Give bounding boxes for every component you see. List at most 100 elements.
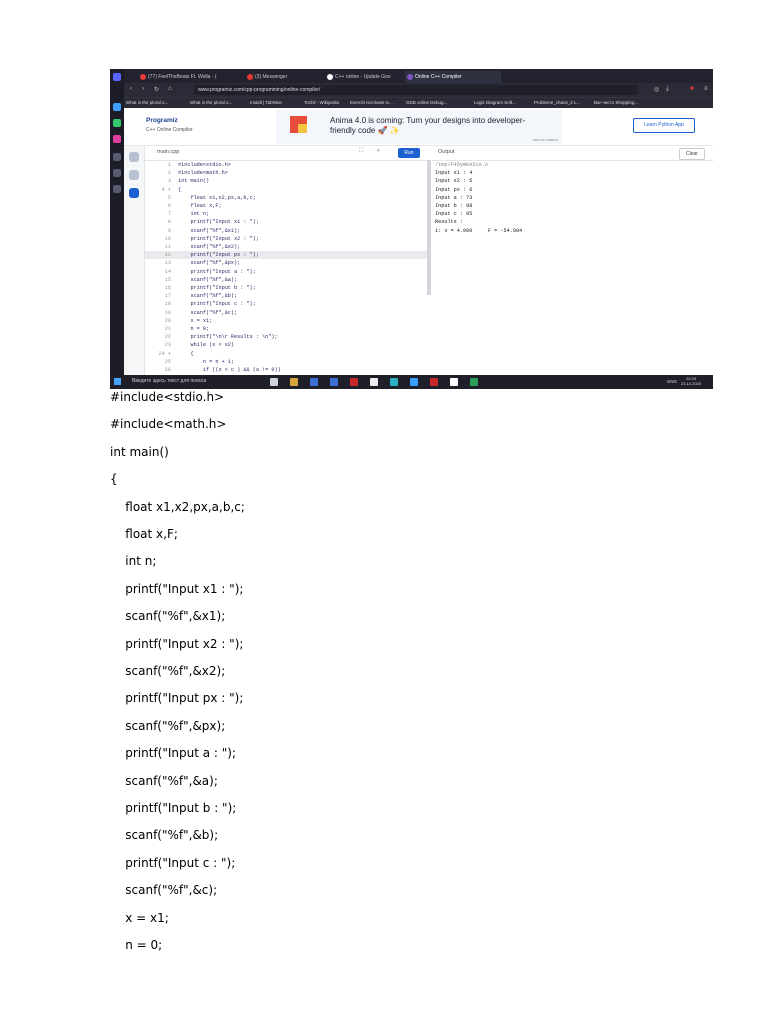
code-line[interactable]: 5 float x1,x2,px,a,b,c;: [145, 194, 427, 202]
output-line: Input a : 73: [435, 194, 473, 201]
word-icon[interactable]: [310, 378, 318, 386]
back-icon[interactable]: ‹: [130, 86, 132, 92]
editor-scrollbar[interactable]: [427, 160, 431, 295]
bookmark-item[interactable]: Bar-чисто Shopping...: [594, 100, 638, 105]
taskbar-search[interactable]: Введите здесь текст для поиска: [132, 378, 262, 384]
code-line[interactable]: 21 n = 0;: [145, 325, 427, 333]
code-text: x = x1;: [178, 317, 213, 324]
explorer-icon[interactable]: [290, 378, 298, 386]
bookmark-item[interactable]: Probleme_chaos_2 L...: [534, 100, 580, 105]
code-line[interactable]: 2 #include<math.h>: [145, 169, 427, 177]
code-line[interactable]: 9 scanf("%f",&x1);: [145, 227, 427, 235]
vscode-icon[interactable]: [410, 378, 418, 386]
c-lang-icon[interactable]: [129, 170, 139, 180]
settings-icon[interactable]: [113, 185, 121, 193]
code-editor[interactable]: 1 #include<stdio.h> 2 #include<math.h> 3 int …: [145, 161, 427, 375]
whatsapp-icon[interactable]: [113, 119, 121, 127]
file-tab-main[interactable]: main.cpp: [157, 149, 179, 155]
taskbar-clock[interactable]: 20:25 23.10.2020: [681, 376, 701, 386]
line-number: 1: [167, 162, 171, 168]
code-line[interactable]: 14 printf("Input a : ");: [145, 268, 427, 276]
bookmark-item[interactable]: GDB online Debug...: [406, 100, 447, 105]
code-line[interactable]: 24 ▾ {: [145, 350, 427, 358]
browser-tab[interactable]: Online C++ Compiler: [405, 71, 501, 83]
code-line[interactable]: 19 scanf("%f",&c);: [145, 309, 427, 317]
opera-icon[interactable]: [113, 73, 121, 81]
clock-icon[interactable]: [113, 169, 121, 177]
url-field[interactable]: www.programiz.com/cpp-programming/online…: [194, 85, 638, 95]
adobe-icon[interactable]: [350, 378, 358, 386]
messenger-icon[interactable]: [113, 103, 121, 111]
document-code-line: scanf("%f",&c);: [110, 883, 218, 898]
line-number: 14: [164, 268, 171, 275]
camera-icon[interactable]: ◎: [654, 86, 659, 93]
line-number: 24 ▾: [158, 350, 171, 357]
theme-icon[interactable]: ◐: [377, 148, 381, 154]
menu-icon[interactable]: ≡: [704, 86, 708, 92]
tab-label: (77) FeelTheBeats Ft. Wella - (: [148, 74, 217, 80]
python-lang-icon[interactable]: [129, 152, 139, 162]
fullscreen-icon[interactable]: ⛶: [359, 148, 363, 155]
output-line: Input x1 : 4: [435, 170, 473, 177]
document-code-line: scanf("%f",&a);: [110, 773, 218, 788]
code-line[interactable]: 13 scanf("%f",&px);: [145, 259, 427, 267]
code-line[interactable]: 16 printf("Input b : ");: [145, 284, 427, 292]
code-line[interactable]: 3 int main(): [145, 177, 427, 185]
tab-label: Online C++ Compiler: [415, 74, 462, 80]
instagram-icon[interactable]: [113, 135, 121, 143]
code-line[interactable]: 12 printf("Input px : ");: [145, 251, 427, 260]
code-line[interactable]: 23 while (x < x2): [145, 341, 427, 349]
bookmark-item[interactable]: Logic Diagram Soft...: [474, 100, 516, 105]
ad-banner[interactable]: Anima 4.0 is coming: Turn your designs i…: [276, 110, 562, 144]
code-text: n = n + 1;: [178, 358, 235, 365]
code-line[interactable]: 15 scanf("%f",&a);: [145, 276, 427, 284]
clear-button[interactable]: Clear: [679, 148, 705, 160]
notepad-icon[interactable]: [370, 378, 378, 386]
code-line[interactable]: 26 if ((x < c ) && (a != 0)): [145, 366, 427, 374]
app2-icon[interactable]: [450, 378, 458, 386]
download-icon[interactable]: ⤓: [666, 86, 669, 93]
learn-python-button[interactable]: Learn Python App: [633, 118, 695, 133]
code-line[interactable]: 8 printf("Input x1 : ");: [145, 218, 427, 226]
code-line[interactable]: 17 scanf("%f",&b);: [145, 292, 427, 300]
code-line[interactable]: 7 int n;: [145, 210, 427, 218]
extension-icon[interactable]: ■: [690, 86, 694, 92]
programiz-logo[interactable]: Programiz: [146, 117, 178, 124]
bookmark-item[interactable]: Tochil - Wikipedia: [304, 100, 339, 105]
code-line[interactable]: 25 n = n + 1;: [145, 358, 427, 366]
bookmark-item[interactable]: Install | TabNine: [250, 100, 282, 105]
code-line[interactable]: 1 #include<stdio.h>: [145, 161, 427, 169]
browser-tab[interactable]: C++ online - Update Goo: [325, 71, 414, 83]
reload-icon[interactable]: ↻: [154, 86, 159, 93]
bookmark-item[interactable]: What is the plural o...: [190, 100, 232, 105]
history-icon[interactable]: [113, 153, 121, 161]
screenshot-embed: (77) FeelTheBeats Ft. Wella - ( (3) Messe…: [110, 69, 713, 389]
code-line[interactable]: 22 printf("\n\r Results : \n");: [145, 333, 427, 341]
document-code-line: int main(): [110, 444, 169, 459]
code-line[interactable]: 11 scanf("%f",&x2);: [145, 243, 427, 251]
edge-icon[interactable]: [390, 378, 398, 386]
code-line[interactable]: 18 printf("Input c : ");: [145, 300, 427, 308]
browser-tab[interactable]: (3) Messenger: [245, 71, 334, 83]
document-code-line: printf("Input a : ");: [110, 746, 237, 761]
run-button[interactable]: Run: [398, 148, 420, 158]
app-icon[interactable]: [330, 378, 338, 386]
browser-tab[interactable]: (77) FeelTheBeats Ft. Wella - (: [138, 71, 254, 83]
code-line[interactable]: 4 ▾ {: [145, 186, 427, 194]
language-indicator[interactable]: ENG: [667, 379, 677, 384]
code-text: if ((x < c ) && (a != 0)): [178, 367, 281, 373]
forward-icon[interactable]: ›: [142, 86, 144, 92]
windows-start-icon[interactable]: [114, 378, 121, 385]
excel-icon[interactable]: [470, 378, 478, 386]
cpp-lang-icon[interactable]: [129, 188, 139, 198]
code-line[interactable]: 6 float x,F;: [145, 202, 427, 210]
home-icon[interactable]: ⌂: [168, 86, 172, 92]
code-line[interactable]: 10 printf("Input x2 : ");: [145, 235, 427, 243]
bookmark-item[interactable]: What is the plural o...: [126, 100, 168, 105]
document-code-line: scanf("%f",&x2);: [110, 664, 226, 678]
code-line[interactable]: 20 x = x1;: [145, 317, 427, 325]
bookmark-item[interactable]: Exerciti rezolvate in...: [350, 100, 393, 105]
opera-taskbar-icon[interactable]: [430, 378, 438, 386]
tab-label: C++ online - Update Goo: [335, 74, 391, 80]
task-view-icon[interactable]: [270, 378, 278, 386]
